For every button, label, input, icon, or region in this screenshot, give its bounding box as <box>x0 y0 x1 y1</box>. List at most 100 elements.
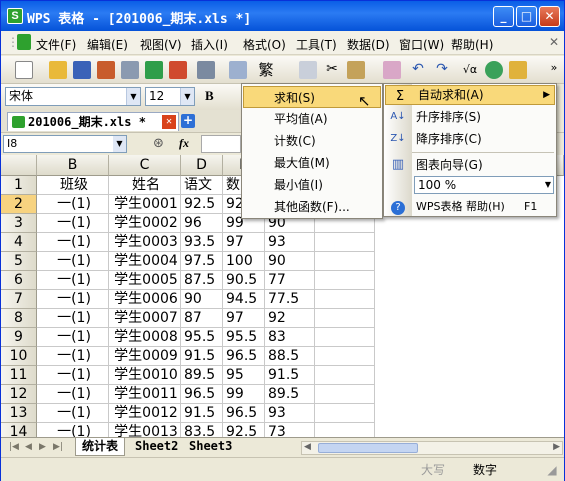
grid-cell[interactable]: 一(1) <box>37 423 109 437</box>
row-header[interactable]: 6 <box>1 271 37 290</box>
grid-cell[interactable]: 95 <box>223 366 265 385</box>
horizontal-scroll-thumb[interactable] <box>318 443 418 453</box>
grid-cell[interactable] <box>315 404 375 423</box>
column-header-b[interactable]: B <box>37 155 109 176</box>
menu-data[interactable]: 数据(D) <box>347 36 390 53</box>
grid-cell[interactable]: 83.5 <box>181 423 223 437</box>
toolbar-more-icon[interactable]: » <box>545 61 563 79</box>
grid-cell[interactable]: 姓名 <box>109 176 181 195</box>
menu-item-sort-asc[interactable]: A↓ 升序排序(S) <box>384 106 556 128</box>
last-sheet-icon[interactable]: ▶| <box>53 442 63 452</box>
new-tab-button[interactable]: + <box>181 114 195 128</box>
grid-cell[interactable]: 学生0006 <box>109 290 181 309</box>
row-header[interactable]: 2 <box>1 195 37 214</box>
save-icon[interactable] <box>73 61 91 79</box>
pdf-icon[interactable] <box>169 61 187 79</box>
grid-cell[interactable] <box>315 347 375 366</box>
grid-cell[interactable]: 一(1) <box>37 309 109 328</box>
grid-cell[interactable]: 学生0001 <box>109 195 181 214</box>
menu-item-average[interactable]: 平均值(A) <box>242 108 328 130</box>
grid-cell[interactable]: 一(1) <box>37 366 109 385</box>
row-header[interactable]: 10 <box>1 347 37 366</box>
menu-window[interactable]: 窗口(W) <box>399 36 444 53</box>
grid-cell[interactable]: 93 <box>265 233 315 252</box>
grid-cell[interactable]: 一(1) <box>37 195 109 214</box>
row-header[interactable]: 9 <box>1 328 37 347</box>
grid-cell[interactable] <box>315 233 375 252</box>
grid-cell[interactable]: 90.5 <box>223 271 265 290</box>
grid-cell[interactable]: 97 <box>223 233 265 252</box>
close-tab-icon[interactable]: ✕ <box>162 115 176 129</box>
formula-input[interactable] <box>201 135 241 153</box>
menu-item-chart-wizard[interactable]: ▥ 图表向导(G) <box>384 154 556 176</box>
menu-item-autosum[interactable]: Σ 自动求和(A) ▶ <box>385 85 555 105</box>
print-preview-icon[interactable] <box>197 61 215 79</box>
new-icon[interactable] <box>15 61 33 79</box>
grid-cell[interactable]: 一(1) <box>37 347 109 366</box>
grid-cell[interactable]: 99 <box>223 385 265 404</box>
grid-cell[interactable]: 77 <box>265 271 315 290</box>
menu-view[interactable]: 视图(V) <box>140 36 182 53</box>
grid-cell[interactable]: 学生0013 <box>109 423 181 437</box>
prev-sheet-icon[interactable]: ◀ <box>25 442 32 452</box>
grid-cell[interactable]: 92 <box>265 309 315 328</box>
grid-cell[interactable]: 73 <box>265 423 315 437</box>
grid-cell[interactable]: 一(1) <box>37 252 109 271</box>
grid-cell[interactable] <box>315 423 375 437</box>
name-box[interactable]: I8 ▼ <box>3 135 127 153</box>
menu-item-min[interactable]: 最小值(I) <box>242 174 323 196</box>
row-header[interactable]: 5 <box>1 252 37 271</box>
grid-cell[interactable]: 97 <box>223 309 265 328</box>
grid-cell[interactable] <box>315 385 375 404</box>
grid-cell[interactable]: 学生0011 <box>109 385 181 404</box>
scroll-right-icon[interactable]: ▶ <box>553 442 560 452</box>
grid-cell[interactable]: 92.5 <box>223 423 265 437</box>
sheet-tab-tongjibiao[interactable]: 统计表 <box>75 438 126 456</box>
column-header-d[interactable]: D <box>181 155 223 176</box>
grid-cell[interactable]: 93 <box>265 404 315 423</box>
menu-item-sort-desc[interactable]: Z↓ 降序排序(C) <box>384 128 556 150</box>
grid-cell[interactable] <box>315 366 375 385</box>
grid-cell[interactable] <box>315 328 375 347</box>
row-header[interactable]: 11 <box>1 366 37 385</box>
grid-cell[interactable]: 96.5 <box>181 385 223 404</box>
wps-small-icon[interactable] <box>17 34 31 50</box>
grid-cell[interactable]: 90 <box>265 252 315 271</box>
menu-help[interactable]: 帮助(H) <box>451 36 493 53</box>
grid-cell[interactable]: 94.5 <box>223 290 265 309</box>
function-icon[interactable]: √α <box>461 61 479 79</box>
grid-cell[interactable]: 学生0003 <box>109 233 181 252</box>
grid-cell[interactable]: 89.5 <box>181 366 223 385</box>
print-icon[interactable] <box>121 61 139 79</box>
grid-cell[interactable]: 96.5 <box>223 347 265 366</box>
paste-icon[interactable] <box>347 61 365 79</box>
grid-cell[interactable]: 学生0010 <box>109 366 181 385</box>
grid-cell[interactable]: 语文 <box>181 176 223 195</box>
name-box-dropdown-icon[interactable]: ▼ <box>113 136 126 152</box>
grid-cell[interactable]: 91.5 <box>265 366 315 385</box>
scroll-left-icon[interactable]: ◀ <box>304 442 311 452</box>
menu-item-help[interactable]: ? WPS表格 帮助(H) F1 <box>384 196 556 218</box>
grid-cell[interactable]: 87 <box>181 309 223 328</box>
grid-cell[interactable]: 96 <box>181 214 223 233</box>
row-header[interactable]: 7 <box>1 290 37 309</box>
minimize-button[interactable]: _ <box>493 6 514 27</box>
font-name-dropdown-icon[interactable]: ▼ <box>126 88 140 105</box>
grid-cell[interactable]: 一(1) <box>37 271 109 290</box>
row-header[interactable]: 3 <box>1 214 37 233</box>
row-header[interactable]: 4 <box>1 233 37 252</box>
grid-cell[interactable]: 77.5 <box>265 290 315 309</box>
grid-cell[interactable]: 学生0012 <box>109 404 181 423</box>
export-pdf-icon[interactable] <box>97 61 115 79</box>
grid-cell[interactable]: 83 <box>265 328 315 347</box>
grid-cell[interactable]: 91.5 <box>181 347 223 366</box>
grid-cell[interactable]: 一(1) <box>37 290 109 309</box>
select-all-corner[interactable] <box>1 155 37 176</box>
cut-icon[interactable]: ✂ <box>323 61 341 79</box>
menu-tools[interactable]: 工具(T) <box>296 36 337 53</box>
menu-item-other-functions[interactable]: 其他函数(F)... <box>242 196 350 218</box>
title-bar[interactable]: S WPS 表格 - [201006_期末.xls *] _ □ ✕ <box>1 1 564 31</box>
check-icon[interactable]: ⊛ <box>153 136 164 151</box>
font-size-dropdown-icon[interactable]: ▼ <box>180 88 194 105</box>
menu-format[interactable]: 格式(O) <box>243 36 286 53</box>
